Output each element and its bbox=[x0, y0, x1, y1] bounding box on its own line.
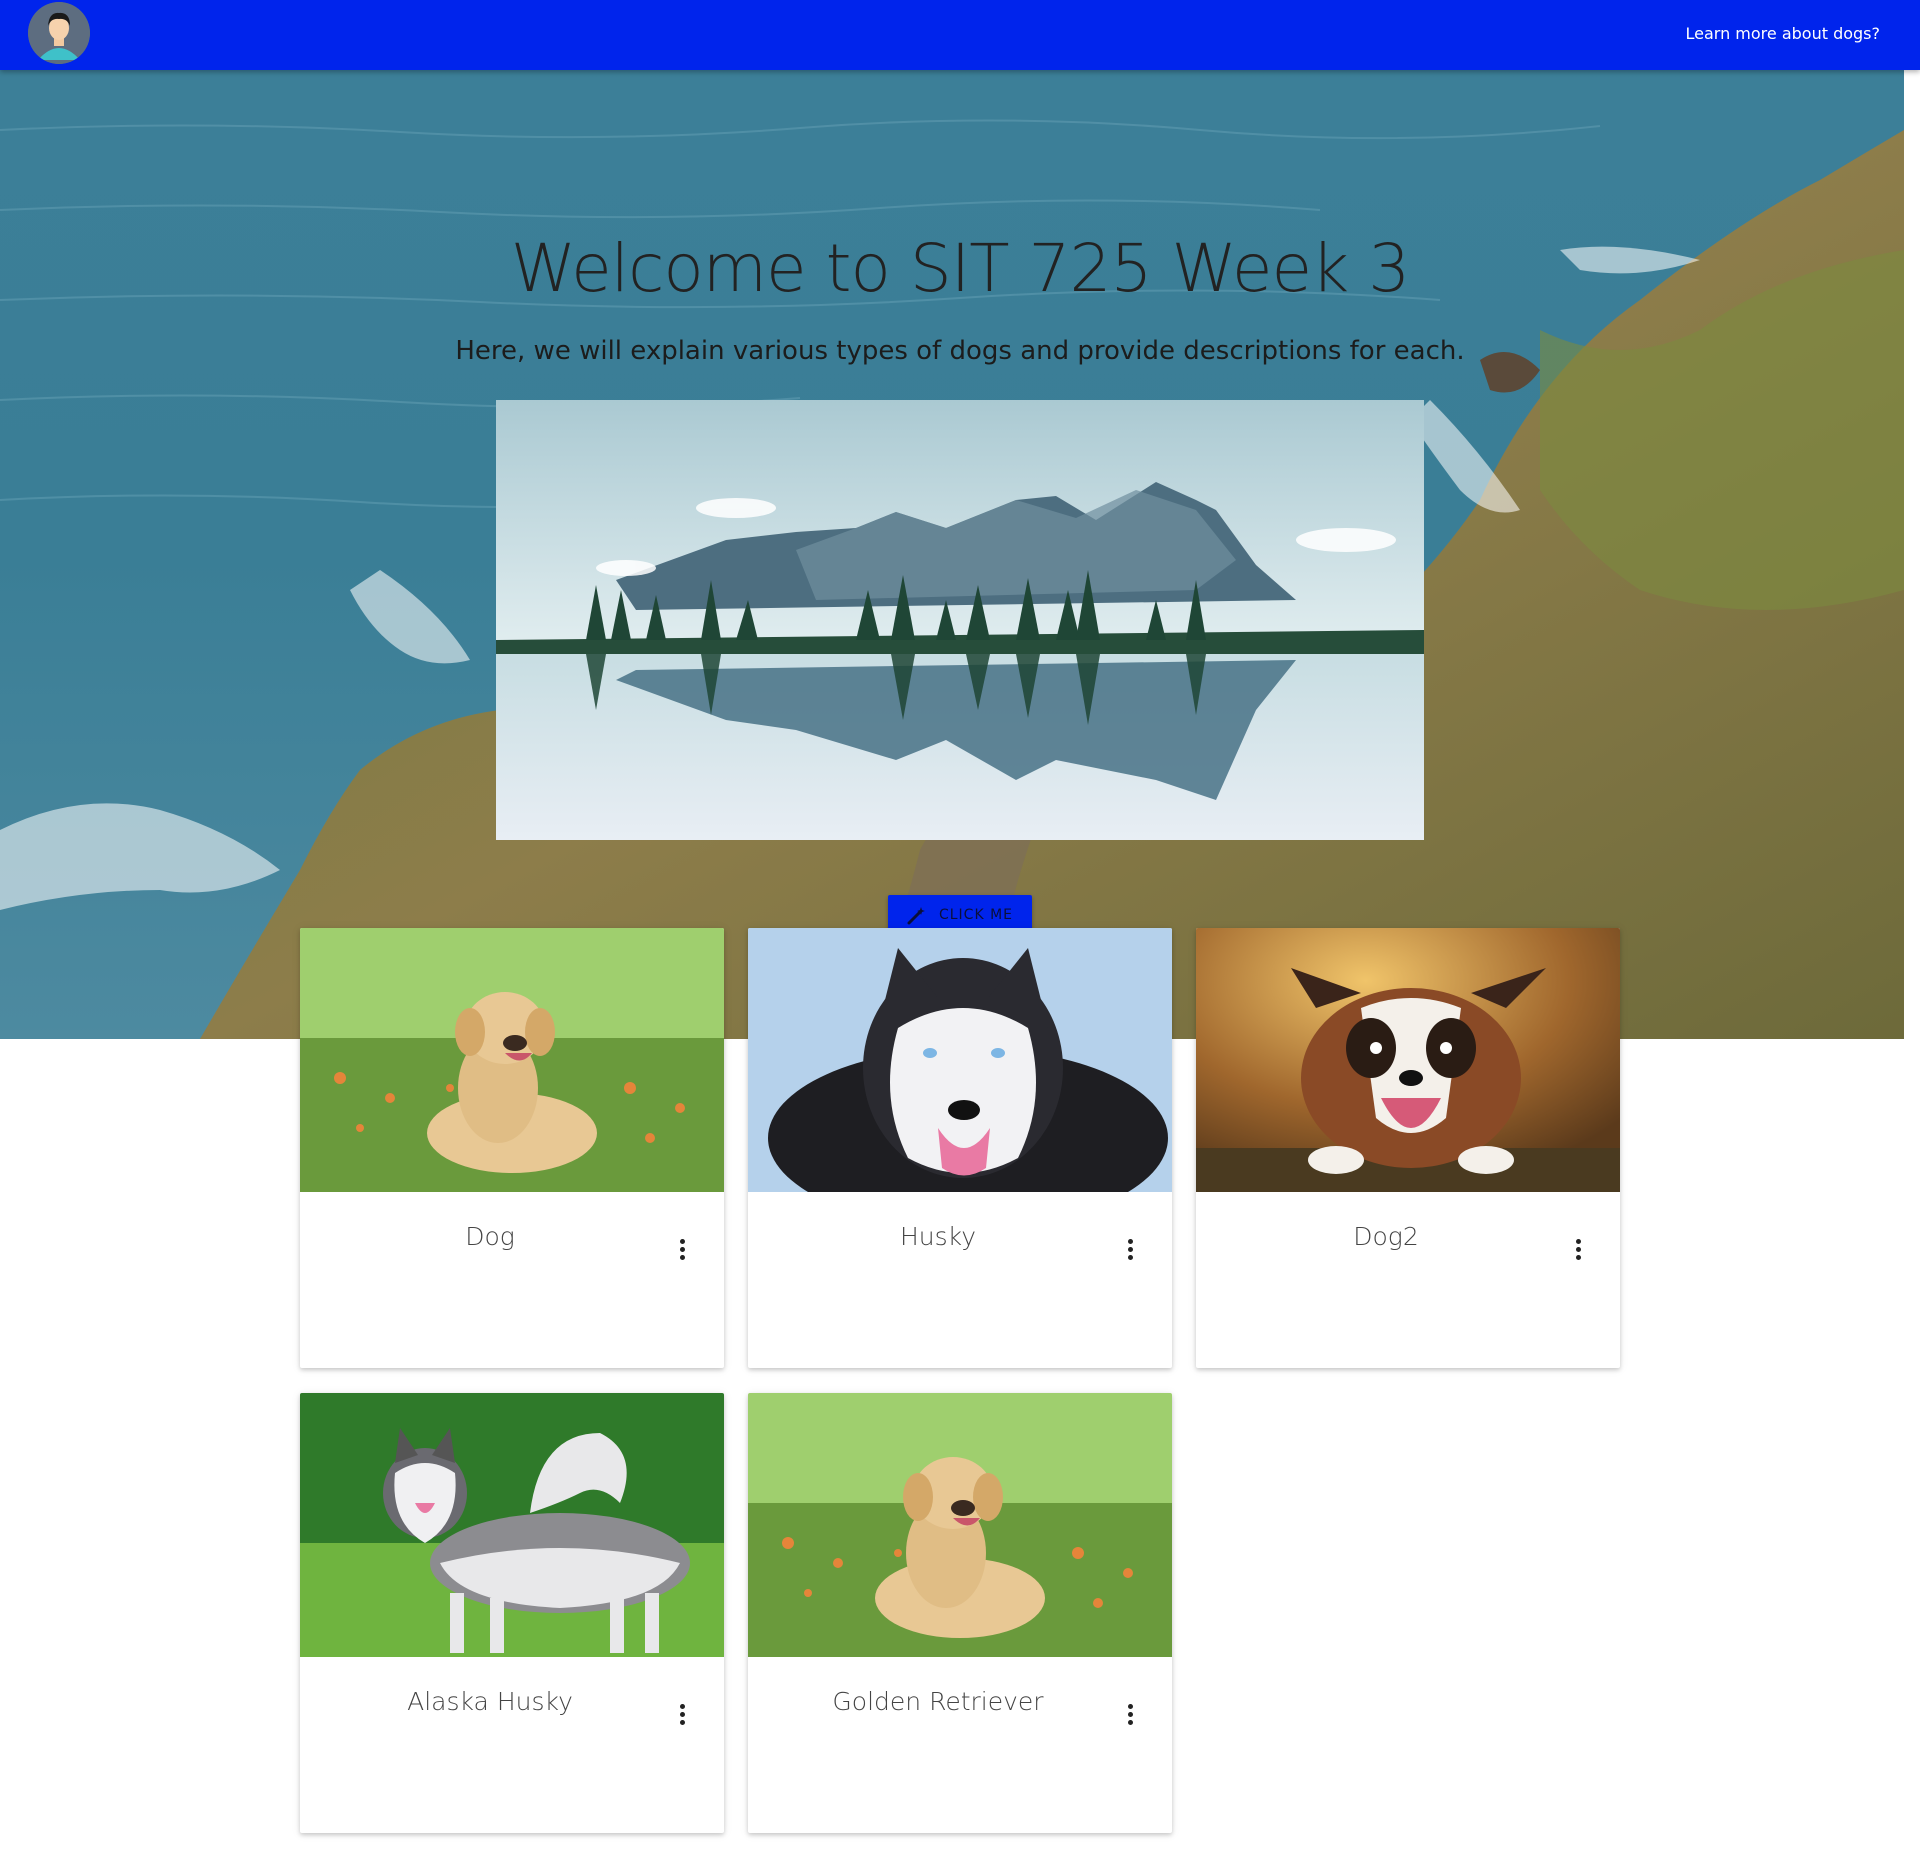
mountain-lake-reflection-image bbox=[496, 400, 1424, 840]
card-husky[interactable]: Husky bbox=[748, 928, 1172, 1368]
husky-closeup-image bbox=[748, 928, 1172, 1192]
card-title: Dog2 bbox=[1353, 1222, 1419, 1251]
user-avatar-icon[interactable] bbox=[28, 2, 90, 64]
golden-puppy-on-grass-image bbox=[748, 1393, 1172, 1657]
alaskan-malamute-on-grass-image bbox=[300, 1393, 724, 1657]
border-collie-image bbox=[1196, 928, 1620, 1192]
card-title: Alaska Husky bbox=[407, 1687, 573, 1716]
hero-section: Welcome to SIT 725 Week 3 Here, we will … bbox=[0, 70, 1904, 1039]
page-subtitle: Here, we will explain various types of d… bbox=[455, 336, 1465, 366]
navbar: Learn more about dogs? bbox=[0, 0, 1920, 70]
learn-more-link[interactable]: Learn more about dogs? bbox=[1685, 24, 1880, 43]
golden-puppy-on-grass-image bbox=[300, 928, 724, 1192]
more-vert-icon[interactable] bbox=[672, 1236, 692, 1264]
card-title: Dog bbox=[465, 1222, 515, 1251]
card-title: Husky bbox=[899, 1222, 977, 1251]
card-dog2[interactable]: Dog2 bbox=[1196, 928, 1620, 1368]
card-alaska-husky[interactable]: Alaska Husky bbox=[300, 1393, 724, 1833]
page-title: Welcome to SIT 725 Week 3 bbox=[510, 230, 1411, 307]
card-title: Golden Retriever bbox=[832, 1687, 1044, 1716]
card-dog[interactable]: Dog bbox=[300, 928, 724, 1368]
click-me-label: CLICK ME bbox=[938, 907, 1014, 923]
more-vert-icon[interactable] bbox=[1568, 1236, 1588, 1264]
card-golden-retriever[interactable]: Golden Retriever bbox=[748, 1393, 1172, 1833]
more-vert-icon[interactable] bbox=[1120, 1701, 1140, 1729]
magic-wand-icon bbox=[907, 907, 925, 925]
more-vert-icon[interactable] bbox=[1120, 1236, 1140, 1264]
more-vert-icon[interactable] bbox=[672, 1701, 692, 1729]
